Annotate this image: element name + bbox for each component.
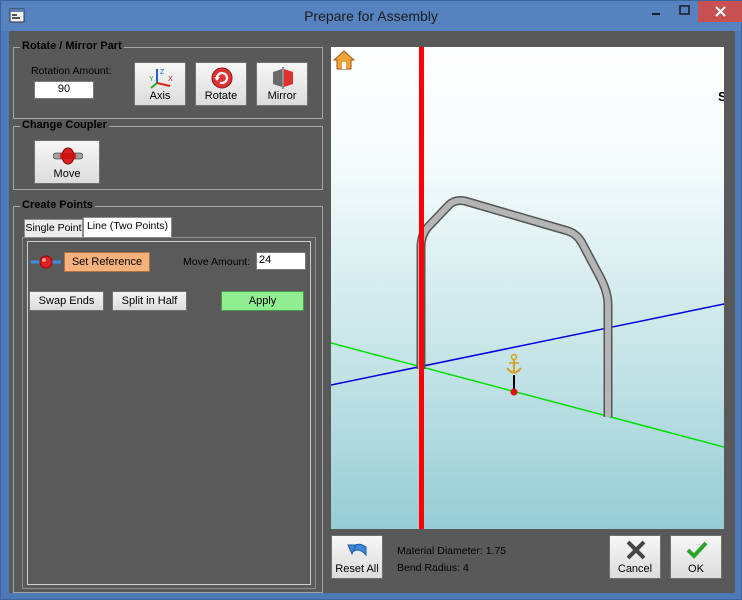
minimize-button[interactable]: [641, 1, 671, 22]
3d-viewport[interactable]: S: [331, 47, 724, 529]
undo-arrow-icon: [347, 543, 367, 557]
maximize-button[interactable]: [671, 1, 698, 22]
rotation-amount-input[interactable]: 90: [34, 81, 94, 99]
minimize-icon: [652, 13, 660, 15]
tab-line-two-points[interactable]: Line (Two Points): [83, 217, 172, 237]
ok-button[interactable]: OK: [670, 535, 722, 579]
reset-all-button[interactable]: Reset All: [331, 535, 383, 579]
reference-point-icon: [31, 255, 61, 269]
cancel-button[interactable]: Cancel: [609, 535, 661, 579]
client-area: Rotate / Mirror Part Rotation Amount: 90…: [9, 31, 735, 593]
close-button[interactable]: [698, 1, 742, 22]
swap-ends-button[interactable]: Swap Ends: [29, 291, 104, 311]
group-title: Create Points: [20, 199, 95, 211]
move-amount-label: Move Amount:: [183, 256, 251, 268]
blue-axis-line: [331, 303, 724, 386]
axis-label: Axis: [149, 90, 171, 102]
group-title: Change Coupler: [20, 119, 109, 131]
cancel-label: Cancel: [617, 563, 653, 575]
split-in-half-button[interactable]: Split in Half: [112, 291, 187, 311]
anchor-point-dot: [510, 388, 518, 396]
cancel-x-icon: [626, 540, 646, 560]
tab-page-line: Set Reference Move Amount: 24 Swap Ends …: [22, 237, 316, 589]
red-axis-line: [419, 47, 424, 529]
move-amount-input[interactable]: 24: [256, 252, 306, 270]
reset-all-label: Reset All: [335, 563, 379, 575]
axis-button[interactable]: Z X Y Axis: [134, 62, 186, 106]
window-title: Prepare for Assembly: [304, 8, 438, 24]
rotate-mirror-group: Rotate / Mirror Part Rotation Amount: 90…: [13, 40, 323, 119]
rotate-icon: [211, 67, 233, 89]
home-icon: [332, 50, 356, 70]
checkmark-icon: [686, 541, 708, 559]
mirror-button[interactable]: Mirror: [256, 62, 308, 106]
tab-control: Single Point Line (Two Points) Set Refer…: [22, 217, 316, 589]
set-reference-button[interactable]: Set Reference: [64, 252, 150, 272]
mirror-label: Mirror: [267, 90, 297, 102]
create-points-group: Create Points Single Point Line (Two Poi…: [13, 199, 323, 593]
left-panel: Rotate / Mirror Part Rotation Amount: 90…: [11, 39, 325, 593]
rotate-label: Rotate: [204, 90, 238, 102]
group-title: Rotate / Mirror Part: [20, 40, 124, 52]
coupler-icon: [53, 147, 83, 165]
app-window: Prepare for Assembly Rotate / Mirror Par…: [0, 0, 742, 600]
bend-radius-text: Bend Radius: 4: [397, 562, 469, 574]
green-axis-line: [331, 342, 724, 448]
tab-page-inner: Set Reference Move Amount: 24 Swap Ends …: [27, 241, 311, 585]
mirror-icon: [273, 67, 293, 89]
move-label: Move: [53, 168, 81, 180]
home-view-button[interactable]: [332, 49, 356, 71]
close-icon: [715, 6, 726, 17]
tab-single-point[interactable]: Single Point: [24, 219, 83, 237]
apply-button[interactable]: Apply: [221, 291, 304, 311]
change-coupler-group: Change Coupler Move: [13, 119, 323, 190]
svg-text:X: X: [168, 76, 173, 83]
move-coupler-button[interactable]: Move: [34, 140, 100, 184]
title-bar[interactable]: Prepare for Assembly: [1, 1, 742, 31]
maximize-icon: [679, 5, 690, 15]
xyz-axis-icon: Z X Y: [149, 69, 173, 89]
clipped-label: S: [718, 89, 724, 104]
scene-canvas[interactable]: [331, 47, 724, 529]
svg-text:Z: Z: [160, 69, 165, 76]
anchor-icon: [506, 353, 522, 374]
ok-label: OK: [688, 563, 704, 575]
rotation-amount-label: Rotation Amount:: [31, 65, 112, 77]
material-diameter-text: Material Diameter: 1.75: [397, 545, 507, 557]
svg-text:Y: Y: [149, 76, 154, 83]
rotate-button[interactable]: Rotate: [195, 62, 247, 106]
